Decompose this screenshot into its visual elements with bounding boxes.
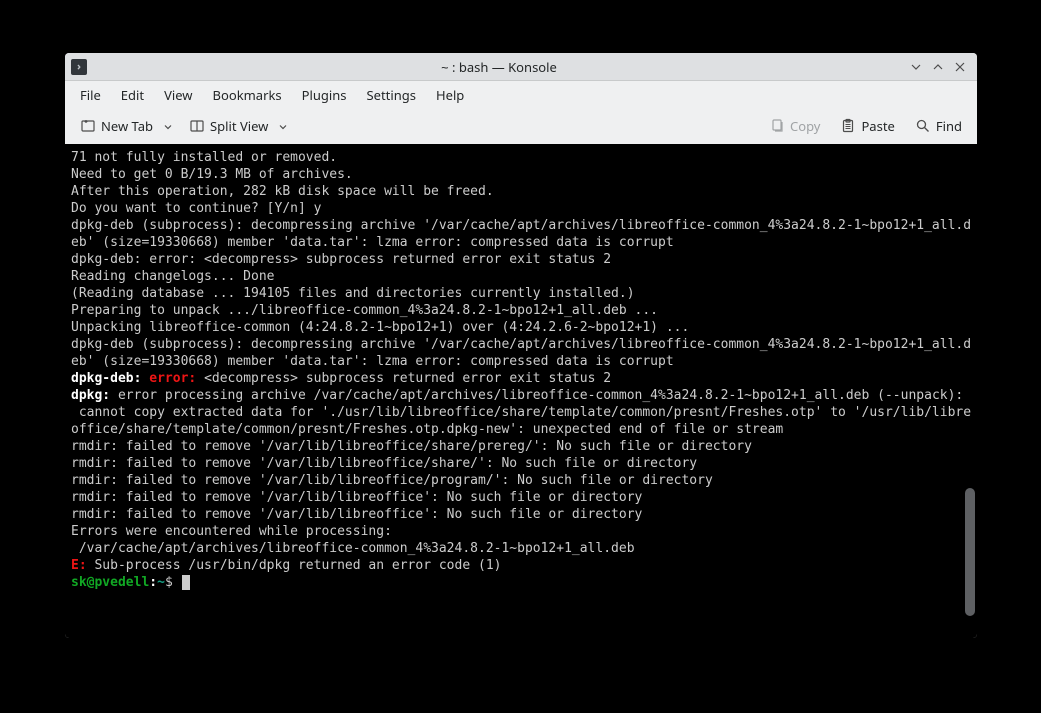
paste-label: Paste — [861, 117, 894, 135]
scrollbar-thumb[interactable] — [965, 488, 975, 616]
split-view-dropdown[interactable] — [275, 115, 291, 137]
copy-label: Copy — [790, 117, 820, 135]
copy-button: Copy — [762, 113, 827, 139]
titlebar[interactable]: ~ : bash — Konsole — [65, 53, 977, 81]
find-button[interactable]: Find — [908, 113, 969, 139]
chevron-down-icon — [163, 122, 173, 132]
split-view-button[interactable]: Split View — [182, 113, 275, 139]
new-tab-icon — [80, 118, 96, 134]
app-icon — [71, 59, 87, 75]
terminal-area[interactable]: 71 not fully installed or removed. Need … — [65, 144, 977, 638]
menu-help[interactable]: Help — [427, 83, 473, 107]
menubar: File Edit View Bookmarks Plugins Setting… — [65, 81, 977, 108]
find-label: Find — [936, 117, 962, 135]
menu-settings[interactable]: Settings — [358, 83, 425, 107]
menu-plugins[interactable]: Plugins — [293, 83, 356, 107]
minimize-button[interactable] — [905, 56, 927, 78]
toolbar: New Tab Split View Copy Paste — [65, 108, 977, 144]
new-tab-group: New Tab — [73, 113, 176, 139]
menu-edit[interactable]: Edit — [112, 83, 153, 107]
paste-button[interactable]: Paste — [833, 113, 901, 139]
close-icon — [953, 60, 967, 74]
split-view-group: Split View — [182, 113, 291, 139]
menu-bookmarks[interactable]: Bookmarks — [204, 83, 291, 107]
chevron-down-icon — [278, 122, 288, 132]
chevron-down-icon — [909, 60, 923, 74]
new-tab-dropdown[interactable] — [160, 115, 176, 137]
new-tab-button[interactable]: New Tab — [73, 113, 160, 139]
menu-file[interactable]: File — [71, 83, 110, 107]
chevron-up-icon — [931, 60, 945, 74]
konsole-window: ~ : bash — Konsole File Edit View Bookma… — [65, 53, 977, 638]
split-view-icon — [189, 118, 205, 134]
paste-icon — [840, 118, 856, 134]
maximize-button[interactable] — [927, 56, 949, 78]
terminal-output[interactable]: 71 not fully installed or removed. Need … — [71, 149, 975, 633]
split-view-label: Split View — [210, 117, 268, 135]
close-button[interactable] — [949, 56, 971, 78]
scrollbar-track[interactable] — [965, 148, 975, 634]
menu-view[interactable]: View — [155, 83, 201, 107]
window-title: ~ : bash — Konsole — [93, 58, 905, 76]
copy-icon — [769, 118, 785, 134]
search-icon — [915, 118, 931, 134]
new-tab-label: New Tab — [101, 117, 153, 135]
